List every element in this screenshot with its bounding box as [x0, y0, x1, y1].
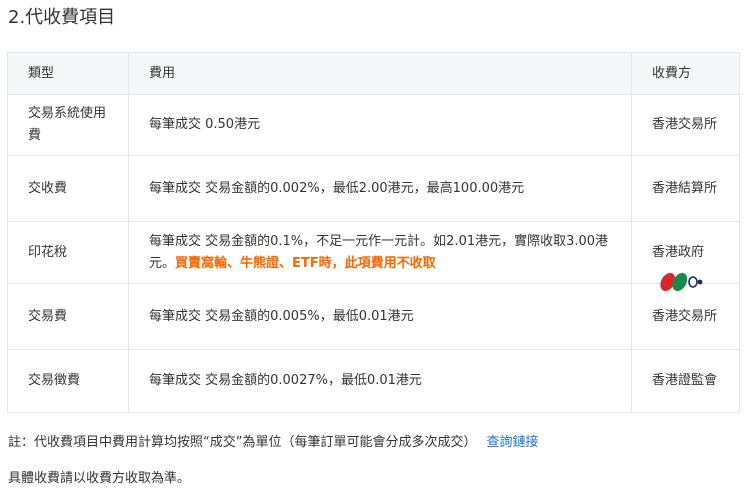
cell-party: 香港結算所	[631, 155, 740, 222]
footer-note: 具體收費請以收費方收取為準。	[8, 471, 191, 486]
cell-type: 交易系統使用費	[7, 94, 129, 156]
header-type: 類型	[7, 52, 129, 95]
cell-fee: 每筆成交 0.50港元	[128, 94, 632, 156]
query-link[interactable]: 查詢鏈接	[486, 435, 538, 450]
fee-exemption-note: 買賣窩輪、牛熊證、ETF時，此項費用不收取	[175, 255, 436, 271]
cell-type: 印花稅	[7, 221, 129, 284]
header-party: 收費方	[631, 52, 740, 95]
cell-party: 香港交易所	[631, 94, 740, 156]
cell-type: 交易徵費	[7, 349, 129, 413]
cell-type: 交易費	[7, 283, 129, 350]
header-fee: 費用	[128, 52, 632, 95]
note-text: 註：代收費項目中費用計算均按照“成交”為單位（每筆訂單可能會分成多次成交）	[8, 435, 477, 450]
cell-party: 香港證監會	[631, 349, 740, 413]
table-row: 交易徵費 每筆成交 交易金額的0.0027%，最低0.01港元 香港證監會	[7, 349, 740, 413]
table-row: 交收費 每筆成交 交易金額的0.002%，最低2.00港元，最高100.00港元…	[7, 155, 740, 222]
cell-type: 交收費	[7, 155, 129, 222]
cell-fee: 每筆成交 交易金額的0.002%，最低2.00港元，最高100.00港元	[128, 155, 632, 222]
cell-party: 香港交易所	[631, 283, 740, 350]
cell-fee: 每筆成交 交易金額的0.0027%，最低0.01港元	[128, 349, 632, 413]
fee-note: 註：代收費項目中費用計算均按照“成交”為單位（每筆訂單可能會分成多次成交） 查詢鏈…	[8, 433, 539, 453]
cell-fee: 每筆成交 交易金額的0.005%，最低0.01港元	[128, 283, 632, 350]
table-row: 印花稅 每筆成交 交易金額的0.1%，不足一元作一元計。如2.01港元，實際收取…	[7, 221, 740, 291]
fee-table: 類型 費用 收費方 交易系統使用費 每筆成交 0.50港元 香港交易所 交收費 …	[7, 52, 740, 413]
table-row: 交易系統使用費 每筆成交 0.50港元 香港交易所	[7, 94, 740, 156]
cell-party: 香港政府	[631, 221, 740, 291]
section-title: 2.代收費項目	[8, 7, 116, 28]
table-header-row: 類型 費用 收費方	[7, 52, 740, 95]
cell-party-text: 香港政府	[652, 244, 705, 260]
table-row: 交易費 每筆成交 交易金額的0.005%，最低0.01港元 香港交易所	[7, 283, 740, 350]
cell-fee: 每筆成交 交易金額的0.1%，不足一元作一元計。如2.01港元，實際收取3.00…	[128, 221, 632, 284]
